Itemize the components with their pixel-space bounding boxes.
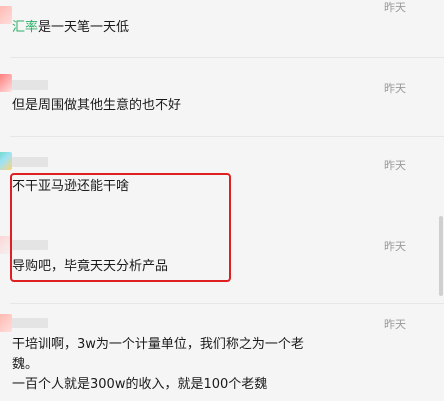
comment-item: 昨天 汇率是一天笔一天低: [0, 0, 408, 56]
comment-item: 昨天 但是周围做其他生意的也不好: [0, 58, 408, 135]
comment-text: 但是周围做其他生意的也不好: [12, 98, 182, 113]
comment-time: 昨天: [384, 159, 406, 172]
avatar[interactable]: [0, 74, 12, 92]
scrollbar[interactable]: [439, 216, 443, 296]
highlight-link[interactable]: 汇率: [12, 20, 38, 35]
comment-text-line: 干培训啊，3w为一个计量单位，我们称之为一个老: [12, 337, 304, 352]
comment-text-line: 一百个人就是300w的收入，就是100个老魏: [12, 377, 268, 392]
comment-text: 汇率是一天笔一天低: [12, 17, 129, 38]
comment-time: 昨天: [384, 318, 406, 331]
avatar[interactable]: [0, 152, 12, 170]
comment-item: 昨天 干培训啊，3w为一个计量单位，我们称之为一个老 魏。 一百个人就是300w…: [0, 304, 408, 401]
nickname-blurred: [12, 318, 48, 328]
avatar[interactable]: [0, 6, 12, 24]
nickname-blurred: [12, 157, 48, 167]
avatar[interactable]: [0, 314, 12, 332]
comment-text-rest: 是一天笔一天低: [38, 20, 130, 35]
comment-time: 昨天: [384, 240, 406, 253]
comment-list: 昨天 汇率是一天笔一天低 昨天 但是周围做其他生意的也不好 昨天 不干亚马逊还能…: [0, 0, 444, 401]
comment-time: 昨天: [384, 82, 406, 95]
comment-time: 昨天: [384, 1, 406, 14]
comment-text-line: 魏。: [12, 357, 39, 372]
annotation-box: [10, 173, 231, 282]
nickname-blurred: [12, 80, 48, 90]
